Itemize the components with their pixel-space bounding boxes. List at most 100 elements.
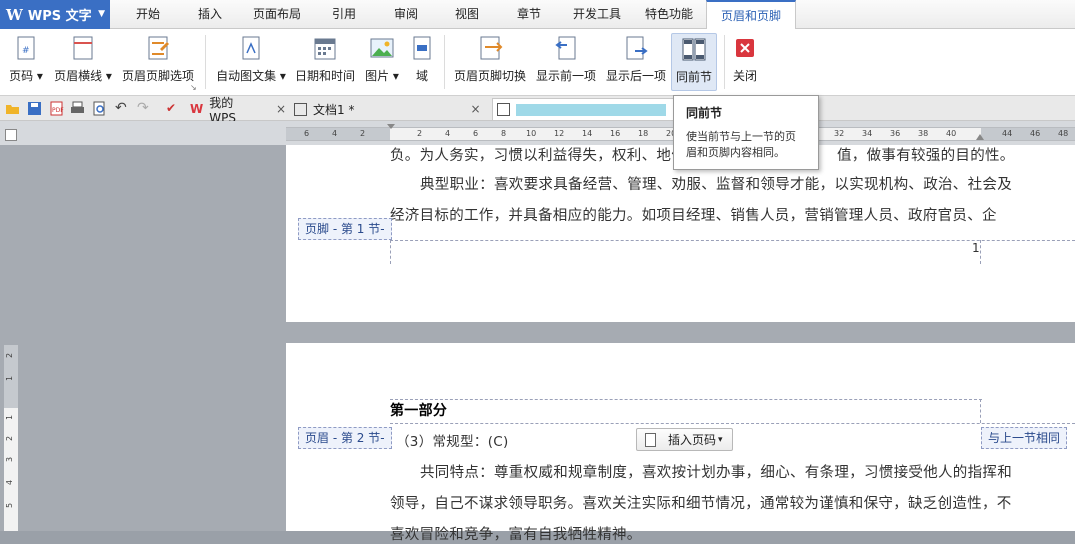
ribbon-separator xyxy=(444,35,445,89)
field-label: 域 xyxy=(415,69,428,83)
page1-line1-end: 值，做事有较强的目的性。 xyxy=(837,148,1015,164)
section-heading[interactable]: 第一部分 xyxy=(390,400,447,420)
datetime-button[interactable]: 日期和时间 xyxy=(294,33,356,91)
close-label: 关闭 xyxy=(732,69,757,83)
same-as-previous-tag[interactable]: 与上一节相同 xyxy=(981,427,1068,449)
page2-line4: 喜欢冒险和竞争，富有自我牺牲精神。 xyxy=(390,527,642,543)
show-next-button[interactable]: 显示后一项 xyxy=(604,33,668,91)
ruler-tick: 38 xyxy=(918,129,929,138)
tab-section[interactable]: 章节 xyxy=(503,0,555,29)
page1-line2: 典型职业：喜欢要求具备经营、管理、劝服、监督和领导才能，以实现机构、政治、社会及 xyxy=(420,177,1012,193)
show-prev-label: 显示前一项 xyxy=(535,69,596,83)
vruler-light xyxy=(4,408,18,531)
calendar-icon xyxy=(312,35,338,63)
show-prev-button[interactable]: 显示前一项 xyxy=(534,33,598,91)
ribbon-separator xyxy=(205,35,206,89)
page-number: 1 xyxy=(972,241,980,255)
header-section-tag: 页眉 - 第 2 节- xyxy=(298,427,392,449)
ruler-tick: 10 xyxy=(526,129,537,138)
ruler-tick: 34 xyxy=(862,129,873,138)
ruler-tick: 2 xyxy=(5,352,15,359)
ruler-tick: 46 xyxy=(1030,129,1041,138)
open-folder-icon[interactable] xyxy=(5,101,20,116)
customize-toolbar-icon[interactable]: ✔ xyxy=(166,101,181,116)
tab-title-highlight xyxy=(516,103,666,116)
tab-page-layout[interactable]: 页面布局 xyxy=(244,0,310,29)
picture-button[interactable]: 图片 ▾ xyxy=(363,33,401,91)
insert-page-number-label: 插入页码 xyxy=(668,433,717,447)
field-button[interactable]: 域 xyxy=(408,33,436,91)
header-line-label: 页眉横线 ▾ xyxy=(54,69,112,83)
tab-features[interactable]: 特色功能 xyxy=(637,0,701,29)
ruler-margin-left xyxy=(286,128,390,140)
ruler-tick: 5 xyxy=(5,502,15,509)
print-icon[interactable] xyxy=(70,101,85,116)
tab-developer[interactable]: 开发工具 xyxy=(566,0,628,29)
same-as-prev-label: 同前节 xyxy=(675,70,712,84)
page-icon xyxy=(645,432,656,447)
app-menu-button[interactable]: W WPS 文字 ▼ xyxy=(0,0,110,29)
ruler-tick: 40 xyxy=(946,129,957,138)
page2-line1: （3）常规型：(C) xyxy=(396,434,509,450)
page-number-button[interactable]: # 页码 ▾ xyxy=(6,33,46,91)
right-indent-marker[interactable] xyxy=(976,134,984,140)
print-preview-icon[interactable] xyxy=(92,101,107,116)
close-hf-button[interactable]: 关闭 xyxy=(730,33,760,91)
ruler-tick: 32 xyxy=(834,129,845,138)
same-as-prev-icon xyxy=(681,36,707,64)
chevron-down-icon: ▼ xyxy=(98,9,105,19)
tab-review[interactable]: 审阅 xyxy=(380,0,432,29)
autotext-button[interactable]: 自动图文集 ▾ xyxy=(213,33,289,91)
vertical-ruler[interactable]: 2 1 1 2 3 4 5 xyxy=(4,345,18,531)
ruler-tick: 12 xyxy=(554,129,565,138)
tab-start[interactable]: 开始 xyxy=(119,0,177,29)
indent-marker[interactable] xyxy=(387,124,395,129)
tab-references[interactable]: 引用 xyxy=(318,0,370,29)
tooltip-title: 同前节 xyxy=(686,106,723,120)
tab-view[interactable]: 视图 xyxy=(441,0,493,29)
ruler-tick: 6 xyxy=(473,129,479,138)
footer-right-edge xyxy=(980,240,981,264)
page-1: 负。为人务实，习惯以利益得失，权利、地位、 值，做事有较强的目的性。 典型职业：… xyxy=(286,145,1075,322)
ribbon: # 页码 ▾ 页眉横线 ▾ 页眉页脚选项 自动图文集 ▾ 日期和时间 图片 ▾ … xyxy=(0,29,1075,96)
svg-text:PDF: PDF xyxy=(52,107,64,114)
close-tab-icon[interactable]: × xyxy=(276,102,286,116)
page1-line1: 负。为人务实，习惯以利益得失，权利、地位、 xyxy=(390,148,701,164)
tab-header-footer[interactable]: 页眉和页脚 xyxy=(706,0,796,30)
show-next-icon xyxy=(623,35,649,63)
ruler-tick: 1 xyxy=(5,375,15,382)
redo-icon[interactable]: ↷ xyxy=(137,101,152,116)
show-next-label: 显示后一项 xyxy=(605,69,666,83)
footer-left-edge xyxy=(390,240,391,264)
ruler-tick: 48 xyxy=(1058,129,1069,138)
page2-line3: 领导，自己不谋求领导职务。喜欢关注实际和细节情况，通常较为谨慎和保守，缺乏创造性… xyxy=(390,496,1012,512)
undo-icon[interactable]: ↶ xyxy=(115,101,130,116)
svg-text:#: # xyxy=(22,46,30,56)
page2-line2: 共同特点：尊重权威和规章制度，喜欢按计划办事，细心、有条理，习惯接受他人的指挥和 xyxy=(420,465,1012,481)
hf-switch-button[interactable]: 页眉页脚切换 xyxy=(452,33,528,91)
tab-active-doc[interactable] xyxy=(492,98,674,120)
tab-my-wps[interactable]: W 我的WPS × xyxy=(190,96,286,125)
insert-page-number-button[interactable]: 插入页码 ▾ xyxy=(636,428,733,451)
field-icon xyxy=(409,35,435,63)
save-icon[interactable] xyxy=(27,101,42,116)
ruler-tick: 2 xyxy=(417,129,423,138)
export-pdf-icon[interactable]: PDF xyxy=(49,101,64,116)
tab-stop-selector[interactable] xyxy=(5,129,17,141)
tab-doc1[interactable]: 文档1 * × xyxy=(294,98,484,120)
header-line-button[interactable]: 页眉横线 ▾ xyxy=(52,33,114,91)
same-as-prev-tooltip: 同前节 使当前节与上一节的页眉和页脚内容相同。 xyxy=(673,95,819,170)
app-name: WPS 文字 xyxy=(27,9,92,24)
tab-insert[interactable]: 插入 xyxy=(182,0,238,29)
wps-logo-icon: W xyxy=(6,5,23,24)
close-icon xyxy=(732,35,758,63)
hf-options-button[interactable]: 页眉页脚选项 xyxy=(120,33,196,91)
same-as-prev-button[interactable]: 同前节 xyxy=(671,33,717,91)
close-tab-icon[interactable]: × xyxy=(470,102,480,116)
menu-bar: W WPS 文字 ▼ 开始 插入 页面布局 引用 审阅 视图 章节 开发工具 特… xyxy=(0,0,1075,30)
autotext-icon xyxy=(238,35,264,63)
chevron-down-icon: ▾ xyxy=(718,434,723,445)
ruler-tick: 44 xyxy=(1002,129,1013,138)
ruler-tick: 16 xyxy=(610,129,621,138)
dialog-launcher-icon[interactable]: ↘ xyxy=(190,83,197,92)
